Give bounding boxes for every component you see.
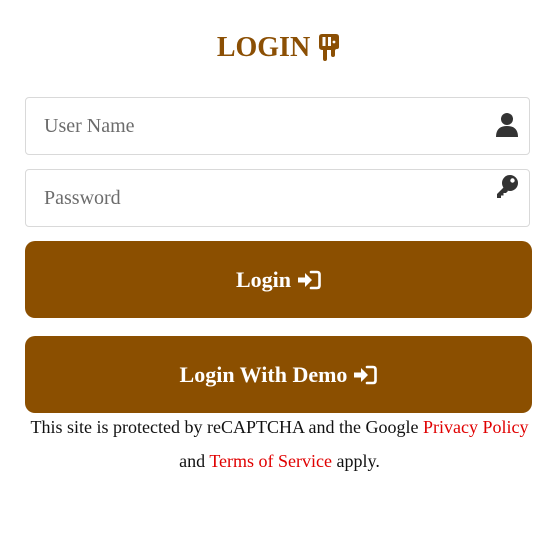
terms-of-service-link[interactable]: Terms of Service — [209, 451, 332, 471]
sign-in-icon — [298, 270, 321, 289]
recaptcha-text-middle: and — [179, 451, 210, 471]
username-input[interactable] — [26, 98, 529, 154]
door-exit-icon — [319, 34, 340, 61]
login-page: LOGIN Login Login With Demo — [0, 0, 559, 556]
login-button-label: Login — [235, 266, 292, 292]
sign-in-icon — [354, 365, 378, 384]
recaptcha-text-after: apply. — [332, 451, 380, 471]
login-button[interactable]: Login — [25, 241, 532, 318]
user-icon — [496, 113, 518, 137]
login-demo-button-label: Login With Demo — [179, 361, 348, 387]
key-icon — [497, 175, 518, 198]
recaptcha-text-before: This site is protected by reCAPTCHA and … — [30, 417, 423, 437]
page-title-text: LOGIN — [216, 32, 311, 63]
password-input[interactable] — [26, 170, 529, 226]
login-demo-button[interactable]: Login With Demo — [25, 336, 532, 413]
recaptcha-notice: This site is protected by reCAPTCHA and … — [0, 410, 559, 478]
username-field[interactable] — [25, 97, 530, 155]
privacy-policy-link[interactable]: Privacy Policy — [423, 417, 529, 437]
page-title: LOGIN — [0, 28, 559, 68]
password-field[interactable] — [25, 169, 530, 227]
